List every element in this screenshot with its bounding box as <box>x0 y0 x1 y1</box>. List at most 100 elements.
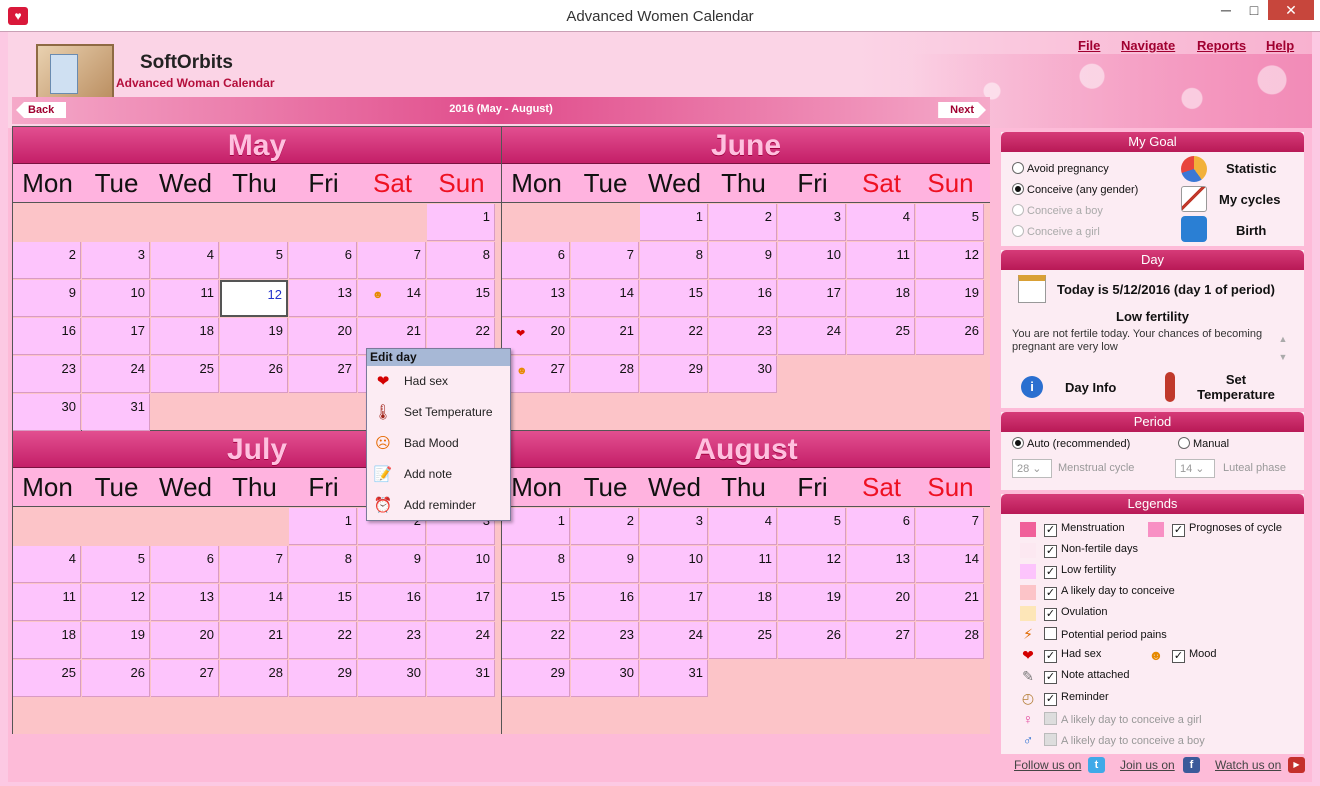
checkbox-box[interactable]: ✓ <box>1172 650 1185 663</box>
legend-checkbox[interactable]: ✓ Note attached <box>1044 669 1130 684</box>
day-cell[interactable]: 6 <box>847 508 915 545</box>
menu-item-set-temperature[interactable]: 🌡 Set Temperature <box>367 397 510 428</box>
follow-us-link[interactable]: Follow us on <box>1014 758 1081 772</box>
day-cell[interactable]: 27 <box>289 356 357 393</box>
maximize-button[interactable]: □ <box>1240 0 1268 20</box>
legend-checkbox[interactable]: ✓ Menstruation <box>1044 522 1125 537</box>
day-cell[interactable]: 23 <box>13 356 81 393</box>
day-cell[interactable]: 12 <box>778 546 846 583</box>
day-cell[interactable]: 17 <box>778 280 846 317</box>
menu-item-bad-mood[interactable]: ☹ Bad Mood <box>367 428 510 459</box>
day-cell[interactable]: 12 <box>916 242 984 279</box>
day-cell[interactable]: 21 <box>220 622 288 659</box>
birth-button[interactable]: Birth <box>1236 223 1266 238</box>
day-cell[interactable]: 24 <box>427 622 495 659</box>
thermometer-icon[interactable] <box>1165 372 1175 402</box>
day-cell[interactable]: 21 <box>916 584 984 621</box>
join-us-link[interactable]: Join us on <box>1120 758 1175 772</box>
day-cell[interactable]: 1 <box>640 204 708 241</box>
day-cell[interactable]: 7 <box>358 242 426 279</box>
legend-checkbox[interactable]: ✓ Reminder <box>1044 691 1109 706</box>
day-cell[interactable]: 21 <box>571 318 639 355</box>
day-cell[interactable]: 22 <box>502 622 570 659</box>
day-cell[interactable]: 5 <box>220 242 288 279</box>
day-cell[interactable]: 2 <box>13 242 81 279</box>
day-cell[interactable]: 16 <box>13 318 81 355</box>
day-cell[interactable]: 6 <box>502 242 570 279</box>
day-cell[interactable]: 28 <box>571 356 639 393</box>
day-cell[interactable]: 10 <box>82 280 150 317</box>
day-cell[interactable]: 26 <box>778 622 846 659</box>
day-cell[interactable]: 19 <box>778 584 846 621</box>
day-cell[interactable]: 22 <box>640 318 708 355</box>
radio-period-manual[interactable]: Manual <box>1178 437 1229 450</box>
day-cell[interactable]: 11 <box>847 242 915 279</box>
day-cell[interactable]: 31 <box>427 660 495 697</box>
menu-item-add-note[interactable]: 📝 Add note <box>367 459 510 490</box>
day-cell[interactable]: 25 <box>151 356 219 393</box>
day-cell[interactable]: 31 <box>82 394 150 431</box>
day-cell[interactable]: 9 <box>709 242 777 279</box>
day-cell[interactable]: 13 <box>151 584 219 621</box>
day-cell[interactable]: 8 <box>427 242 495 279</box>
legend-checkbox[interactable]: ✓ Ovulation <box>1044 606 1107 621</box>
close-button[interactable]: ✕ <box>1268 0 1314 20</box>
menstrual-cycle-select[interactable]: 28 ⌄ <box>1012 459 1052 478</box>
menu-navigate[interactable]: Navigate <box>1121 38 1175 53</box>
day-cell[interactable]: 26 <box>916 318 984 355</box>
day-cell[interactable]: 23 <box>358 622 426 659</box>
day-cell[interactable]: 26 <box>82 660 150 697</box>
day-cell[interactable]: 10 <box>778 242 846 279</box>
day-cell[interactable]: 11 <box>151 280 219 317</box>
day-cell[interactable]: 9 <box>571 546 639 583</box>
day-cell[interactable]: 28 <box>220 660 288 697</box>
day-cell[interactable]: 25 <box>13 660 81 697</box>
day-cell[interactable]: 20 <box>502 318 570 355</box>
legend-checkbox[interactable]: ✓ Low fertility <box>1044 564 1116 579</box>
day-cell[interactable]: 16 <box>358 584 426 621</box>
day-cell[interactable]: 16 <box>571 584 639 621</box>
radio-avoid-pregnancy[interactable]: Avoid pregnancy <box>1012 162 1109 175</box>
checkbox-box[interactable] <box>1044 733 1057 746</box>
day-cell[interactable]: 19 <box>82 622 150 659</box>
day-cell[interactable]: 1 <box>427 204 495 241</box>
day-cell[interactable]: 16 <box>709 280 777 317</box>
checkbox-box[interactable] <box>1044 712 1057 725</box>
day-cell[interactable]: 9 <box>358 546 426 583</box>
checkbox-box[interactable]: ✓ <box>1172 524 1185 537</box>
day-cell[interactable]: 14 <box>916 546 984 583</box>
checkbox-box[interactable]: ✓ <box>1044 671 1057 684</box>
day-cell[interactable]: 31 <box>640 660 708 697</box>
day-cell[interactable]: 8 <box>640 242 708 279</box>
radio-conceive-girl[interactable]: Conceive a girl <box>1012 225 1100 238</box>
day-cell[interactable]: 24 <box>82 356 150 393</box>
minimize-button[interactable]: ─ <box>1212 0 1240 20</box>
day-cell[interactable]: 6 <box>289 242 357 279</box>
day-cell[interactable]: 26 <box>220 356 288 393</box>
day-cell[interactable]: 18 <box>13 622 81 659</box>
day-cell[interactable]: 27 <box>151 660 219 697</box>
legend-checkbox[interactable]: A likely day to conceive a girl <box>1044 712 1202 726</box>
legend-checkbox[interactable]: ✓ Mood <box>1172 648 1217 663</box>
day-cell[interactable]: 20 <box>847 584 915 621</box>
day-cell[interactable]: 15 <box>502 584 570 621</box>
day-cell[interactable]: 29 <box>640 356 708 393</box>
day-cell[interactable]: 12 <box>220 280 288 317</box>
day-cell[interactable]: 13 <box>847 546 915 583</box>
luteal-phase-select[interactable]: 14 ⌄ <box>1175 459 1215 478</box>
day-cell[interactable]: 11 <box>709 546 777 583</box>
legend-checkbox[interactable]: A likely day to conceive a boy <box>1044 733 1205 747</box>
baby-stroller-icon[interactable] <box>1181 216 1207 242</box>
checkbox-box[interactable]: ✓ <box>1044 587 1057 600</box>
menu-help[interactable]: Help <box>1266 38 1294 53</box>
checkbox-box[interactable]: ✓ <box>1044 545 1057 558</box>
day-cell[interactable]: 1 <box>502 508 570 545</box>
info-icon[interactable]: i <box>1021 376 1043 398</box>
legend-checkbox[interactable]: ✓ A likely day to conceive <box>1044 585 1175 600</box>
menu-reports[interactable]: Reports <box>1197 38 1246 53</box>
day-cell[interactable]: 3 <box>82 242 150 279</box>
calendar-cycles-icon[interactable] <box>1181 186 1207 212</box>
day-cell[interactable]: 7 <box>220 546 288 583</box>
day-cell[interactable]: 4 <box>847 204 915 241</box>
day-cell[interactable]: 27 <box>502 356 570 393</box>
